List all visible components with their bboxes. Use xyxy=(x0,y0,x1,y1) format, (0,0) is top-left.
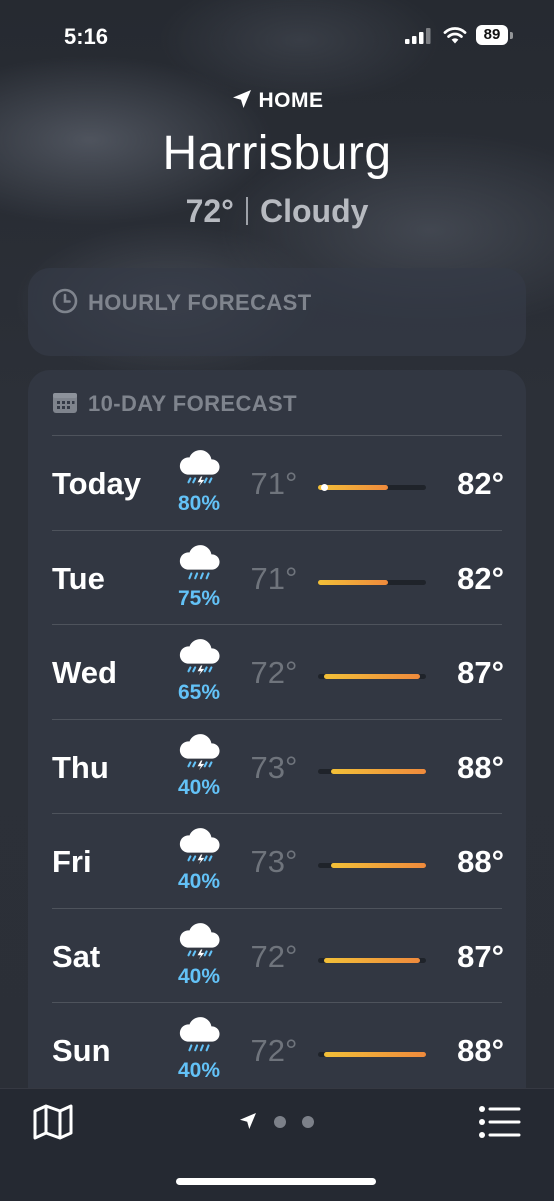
temp-range-fill xyxy=(324,674,420,679)
status-bar: 5:16 89 xyxy=(0,0,554,72)
temp-range-bar xyxy=(318,768,426,774)
temp-range-fill xyxy=(330,768,426,774)
battery-indicator: 89 xyxy=(476,25,514,47)
low-temp: 71° xyxy=(250,466,298,501)
battery-level: 89 xyxy=(476,25,508,45)
current-condition: Cloudy xyxy=(259,193,369,229)
temp-range-bar xyxy=(318,863,426,868)
location-label: HOME xyxy=(0,88,554,113)
hourly-forecast-header: HOURLY FORECAST xyxy=(52,288,312,315)
precip-chance: 40% xyxy=(177,775,221,799)
forecast-row[interactable]: Sun 40% 72° 88° xyxy=(0,1003,554,1097)
cellular-signal-icon xyxy=(405,28,431,44)
temp-range-fill xyxy=(324,1052,426,1057)
location-page-indicator[interactable] xyxy=(238,1111,322,1133)
thunderstorm-rain-icon xyxy=(179,450,220,487)
list-icon[interactable] xyxy=(478,1105,522,1139)
thunderstorm-rain-icon xyxy=(179,639,220,676)
home-indicator[interactable] xyxy=(176,1178,376,1185)
temp-range-bar xyxy=(318,484,426,491)
temp-range-bar xyxy=(318,1052,426,1057)
precip-chance: 75% xyxy=(177,586,221,610)
location-label-text: HOME xyxy=(258,89,324,112)
page-dot xyxy=(302,1116,314,1128)
daily-forecast-header: 10-DAY FORECAST xyxy=(52,391,297,417)
low-temp: 73° xyxy=(250,844,298,879)
status-time: 5:16 xyxy=(64,24,109,49)
forecast-day: Wed xyxy=(52,655,117,690)
current-location-page-icon xyxy=(240,1113,256,1129)
low-temp: 71° xyxy=(250,560,298,596)
location-arrow-icon xyxy=(232,90,251,108)
temp-range-fill xyxy=(318,579,388,585)
temp-range-fill xyxy=(324,957,420,963)
temp-range-fill xyxy=(318,485,388,490)
thunderstorm-rain-icon xyxy=(179,922,220,959)
current-conditions: 72° Cloudy xyxy=(0,193,554,230)
low-temp: 72° xyxy=(250,1033,298,1068)
page-dot xyxy=(274,1116,286,1128)
low-temp: 72° xyxy=(250,938,298,974)
forecast-row[interactable]: Sat 40% 72° 87° xyxy=(0,909,554,1003)
daily-forecast-title: 10-DAY FORECAST xyxy=(88,391,297,416)
temp-range-bar xyxy=(318,579,426,585)
cloud-rain-icon xyxy=(179,544,220,579)
precip-chance: 40% xyxy=(177,964,221,988)
forecast-row[interactable]: Today 80% 71° 82° xyxy=(0,436,554,530)
high-temp: 88° xyxy=(457,749,504,785)
precip-chance: 80% xyxy=(177,492,221,515)
forecast-row[interactable]: Wed 65% 72° 87° xyxy=(0,625,554,719)
thunderstorm-rain-icon xyxy=(179,733,220,770)
current-temperature: 72° xyxy=(185,193,234,229)
current-temp-marker xyxy=(320,484,328,491)
low-temp: 72° xyxy=(250,655,298,690)
high-temp: 87° xyxy=(457,938,504,974)
clock-icon xyxy=(52,288,78,314)
forecast-day: Sun xyxy=(52,1033,111,1068)
high-temp: 82° xyxy=(457,560,504,596)
calendar-icon xyxy=(53,393,77,413)
precip-chance: 40% xyxy=(177,870,221,893)
low-temp: 73° xyxy=(250,749,298,785)
city-name: Harrisburg xyxy=(162,127,392,180)
forecast-day: Today xyxy=(52,466,141,501)
precip-chance: 40% xyxy=(177,1059,221,1082)
map-icon[interactable] xyxy=(32,1103,74,1141)
forecast-day: Tue xyxy=(52,560,105,596)
high-temp: 82° xyxy=(457,466,504,501)
precip-chance: 65% xyxy=(177,681,221,704)
thunderstorm-rain-icon xyxy=(179,828,220,865)
current-divider xyxy=(245,197,248,225)
high-temp: 88° xyxy=(457,1033,504,1068)
high-temp: 88° xyxy=(457,844,504,879)
high-temp: 87° xyxy=(457,655,504,690)
forecast-day: Sat xyxy=(52,938,101,974)
forecast-row[interactable]: Fri 40% 73° 88° xyxy=(0,814,554,908)
cloud-rain-icon xyxy=(179,1017,220,1052)
battery-tip xyxy=(510,32,513,39)
forecast-day: Thu xyxy=(52,749,109,785)
temp-range-fill xyxy=(330,863,426,868)
temp-range-bar xyxy=(318,957,426,963)
forecast-day: Fri xyxy=(52,844,92,879)
forecast-row[interactable]: Thu 40% 73° 88° xyxy=(0,720,554,814)
wifi-icon xyxy=(443,27,467,44)
forecast-row[interactable]: Tue 75% 71° 82° xyxy=(0,531,554,625)
temp-range-bar xyxy=(318,674,426,679)
hourly-forecast-title: HOURLY FORECAST xyxy=(88,290,312,315)
